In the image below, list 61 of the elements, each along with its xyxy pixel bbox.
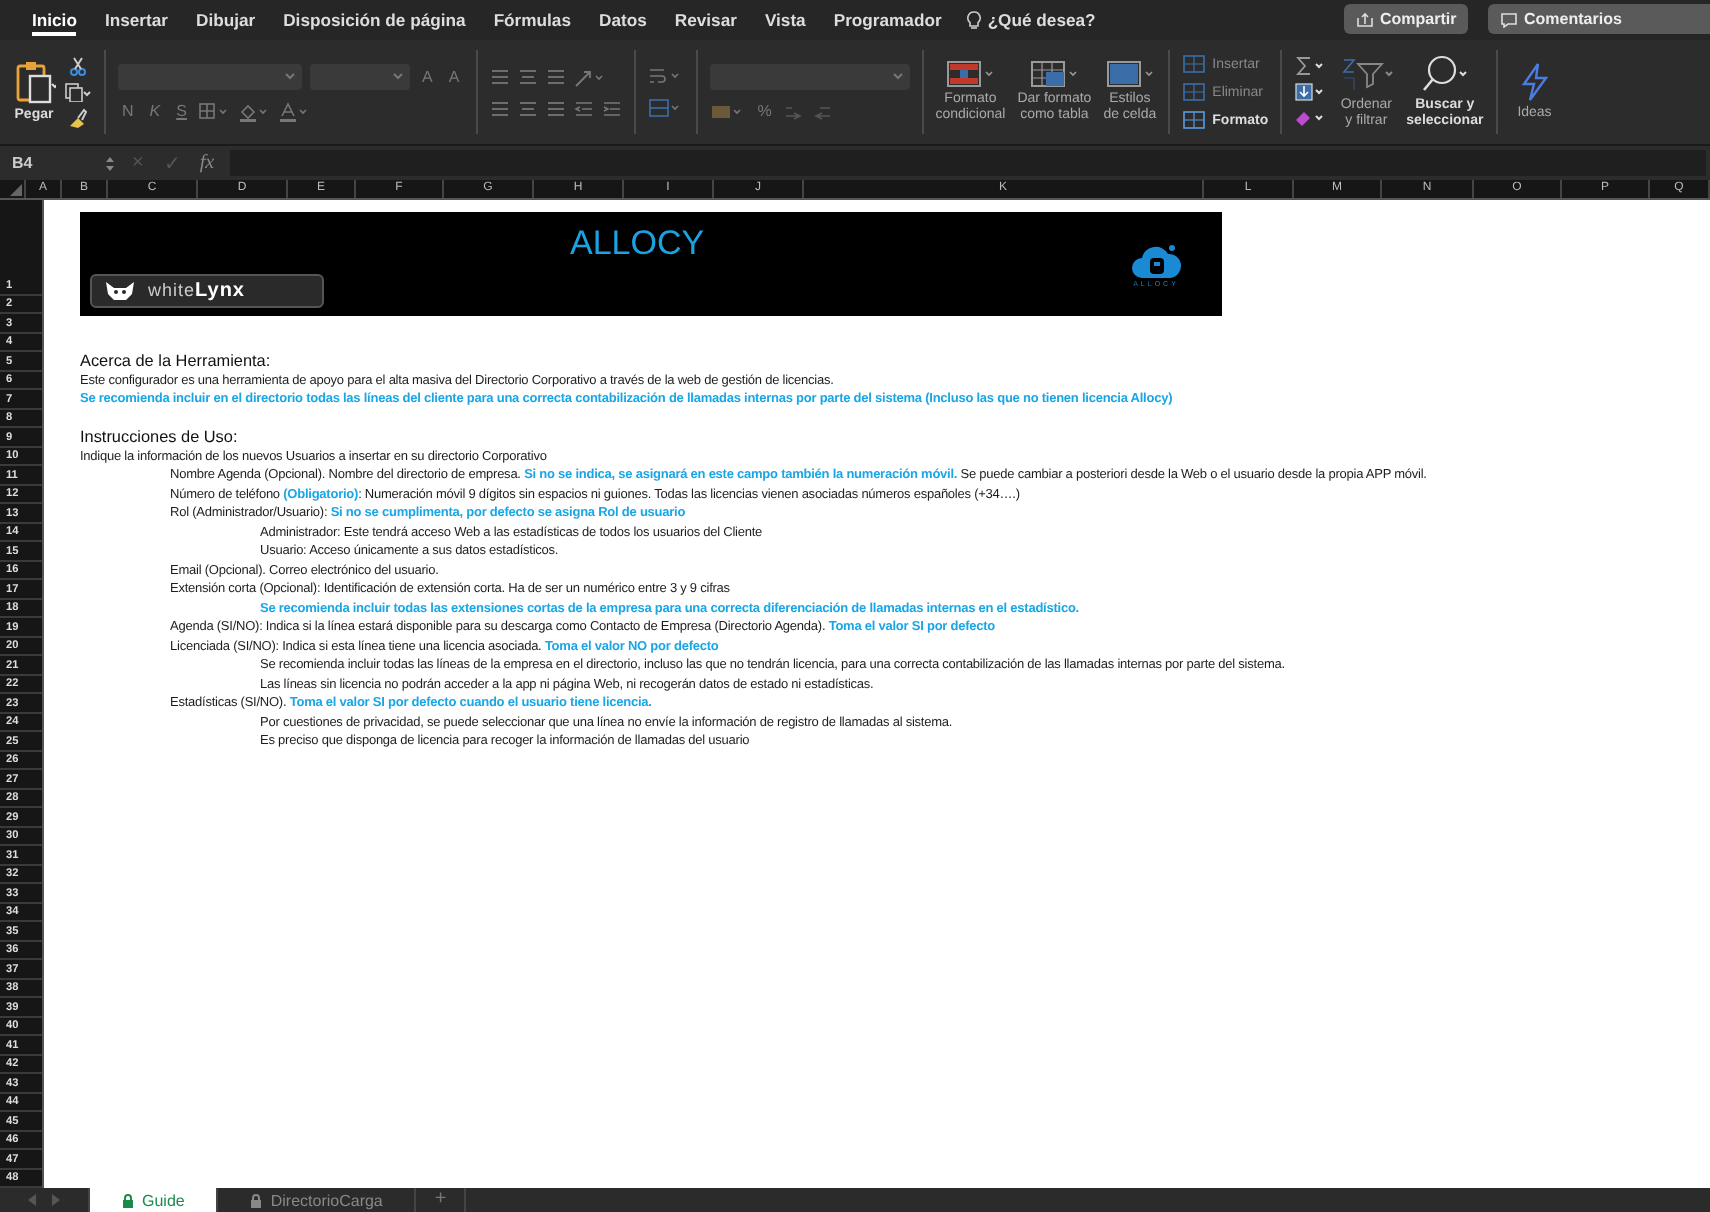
copy-icon[interactable]	[64, 82, 92, 102]
lightbulb-icon[interactable]	[965, 10, 982, 30]
orientation-icon[interactable]	[573, 67, 606, 87]
stepper-icon[interactable]	[104, 153, 116, 173]
autosum-icon[interactable]	[1294, 56, 1327, 76]
table-icon[interactable]	[1182, 110, 1207, 130]
name-box[interactable]: B4	[8, 154, 92, 172]
increase-decimal-icon[interactable]	[783, 102, 804, 120]
align-center-icon[interactable]	[517, 99, 538, 117]
section-heading: Acerca de la Herramienta:	[80, 354, 271, 370]
align-right-icon[interactable]	[545, 99, 566, 117]
ribbon-tab[interactable]: Insertar	[92, 0, 184, 40]
caret-icon	[891, 72, 904, 80]
banner-title: ALLOCY	[570, 224, 705, 264]
ribbon-tab[interactable]: Programador	[821, 0, 958, 40]
next-sheet-icon[interactable]	[50, 1194, 60, 1206]
format-painter-icon[interactable]	[68, 108, 88, 128]
fill-color-icon[interactable]	[238, 101, 271, 121]
brand-name: whiteLynx	[148, 280, 245, 302]
ribbon-tab[interactable]: Inicio	[20, 0, 93, 40]
font-field[interactable]	[118, 63, 302, 89]
fill-down-icon[interactable]	[1294, 82, 1327, 102]
ribbon-tab[interactable]: Disposición de página	[271, 0, 482, 40]
borders-icon[interactable]	[198, 102, 231, 120]
sheet-tab[interactable]: Guide	[90, 1188, 219, 1212]
cloud-logo-icon	[1130, 240, 1182, 280]
cell-styles-icon[interactable]	[1105, 60, 1154, 88]
share-icon	[1356, 11, 1374, 27]
clipboard-icon[interactable]	[12, 60, 56, 104]
decrease-decimal-icon[interactable]	[811, 102, 832, 120]
previous-sheet-icon[interactable]	[28, 1194, 38, 1206]
comment-icon	[1500, 11, 1518, 27]
ribbon-tab[interactable]: Revisar	[662, 0, 753, 40]
caret-icon	[284, 72, 296, 80]
ribbon-tab[interactable]: Datos	[587, 0, 663, 40]
ribbon-tab[interactable]: Vista	[752, 0, 822, 40]
font-color-icon[interactable]	[278, 101, 311, 121]
table-format-icon[interactable]	[1030, 60, 1079, 88]
size-field[interactable]	[310, 63, 410, 89]
comments-button[interactable]: Comentarios	[1488, 4, 1710, 34]
share-button[interactable]: Compartir	[1344, 4, 1469, 34]
ribbon-tab[interactable]: Fórmulas	[481, 0, 587, 40]
wrap-text-icon[interactable]	[647, 66, 684, 86]
decrease-indent-icon[interactable]	[573, 99, 594, 117]
align-top-icon[interactable]	[489, 68, 510, 86]
align-left-icon[interactable]	[489, 99, 510, 117]
align-bottom-icon[interactable]	[545, 68, 566, 86]
merge-cells-icon[interactable]	[647, 98, 684, 118]
align-middle-icon[interactable]	[517, 68, 538, 86]
increase-indent-icon[interactable]	[601, 99, 622, 117]
scissors-icon[interactable]	[68, 56, 88, 76]
caret-icon	[392, 72, 404, 80]
lynx-icon	[104, 280, 136, 302]
eraser-icon[interactable]	[1294, 108, 1327, 128]
function-button[interactable]: fx	[195, 152, 219, 174]
search-hint[interactable]: ¿Qué desea?	[987, 10, 1096, 30]
conditional-format-icon[interactable]	[946, 60, 995, 88]
lightning-icon[interactable]	[1518, 62, 1551, 102]
ribbon-tab[interactable]: Dibujar	[183, 0, 272, 40]
number-format-field[interactable]	[709, 63, 910, 89]
section-heading: Instrucciones de Uso:	[80, 430, 238, 446]
